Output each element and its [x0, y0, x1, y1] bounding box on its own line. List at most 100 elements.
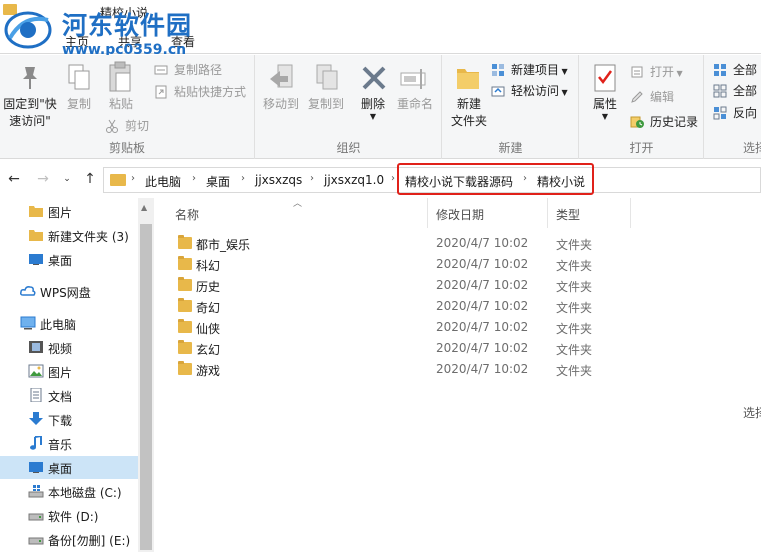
select-none-icon [713, 84, 727, 98]
scroll-up-arrow-icon[interactable]: ▲ [141, 203, 147, 212]
sidebar-item-desktop-selected[interactable]: 桌面 [0, 456, 138, 479]
table-row[interactable]: 历史 2020/4/7 10:02 文件夹 [171, 275, 611, 296]
breadcrumb-source-folder[interactable]: 精校小说下载器源码 [405, 173, 513, 190]
pin-quick-access-button[interactable]: 固定到"快 速访问" [2, 96, 58, 130]
recent-locations-chevron-icon[interactable]: ⌄ [57, 169, 77, 189]
address-bar[interactable]: › 此电脑 › 桌面 › jjxsxzqs › jjxsxzq1.0 › 精校小… [103, 167, 761, 193]
breadcrumb-separator-icon[interactable]: › [241, 173, 245, 184]
invert-selection-button[interactable]: 反向 [713, 105, 757, 121]
row-name: 玄幻 [196, 343, 221, 357]
pin-label-2: 速访问" [9, 114, 51, 128]
quick-access-folder-icon[interactable] [3, 4, 17, 15]
breadcrumb-jjxsxzqs[interactable]: jjxsxzqs [255, 173, 302, 187]
open-group: 属性 ▼ 打开 ▼ 编辑 历史记录 打开 [580, 55, 704, 159]
sidebar-item-pictures-lib[interactable]: 图片 [0, 360, 138, 383]
new-folder-button[interactable]: 新建 文件夹 [447, 96, 491, 130]
address-folder-icon [110, 174, 126, 186]
easy-access-button[interactable]: 轻松访问 ▼ [491, 83, 568, 101]
paste-shortcut-button[interactable]: 粘贴快捷方式 [154, 84, 246, 100]
properties-button[interactable]: 属性 ▼ [586, 96, 624, 121]
breadcrumb-desktop[interactable]: 桌面 [206, 173, 230, 190]
sidebar-item-label: 音乐 [48, 438, 73, 452]
column-divider[interactable] [427, 198, 428, 228]
row-name: 都市_娱乐 [196, 238, 251, 252]
table-row[interactable]: 科幻 2020/4/7 10:02 文件夹 [171, 254, 611, 275]
new-item-dropdown-icon: ▼ [559, 67, 568, 76]
row-name: 仙侠 [196, 322, 221, 336]
breadcrumb-this-pc[interactable]: 此电脑 [145, 173, 181, 190]
back-arrow-icon[interactable]: ← [4, 169, 24, 189]
breadcrumb-separator-icon[interactable]: › [310, 173, 314, 184]
column-header-type[interactable]: 类型 [556, 206, 580, 223]
sidebar-item-documents[interactable]: 文档 [0, 384, 138, 407]
column-divider[interactable] [630, 198, 631, 228]
sidebar-item-this-pc[interactable]: 此电脑 [0, 312, 138, 335]
sidebar-item-downloads[interactable]: 下载 [0, 408, 138, 431]
row-name: 科幻 [196, 259, 221, 273]
paste-button[interactable]: 粘贴 [102, 96, 140, 113]
new-folder-label-2: 文件夹 [450, 114, 487, 128]
sidebar-item-desktop[interactable]: 桌面 [0, 248, 138, 271]
open-button[interactable]: 打开 ▼ [630, 64, 683, 82]
sidebar-item-drive-c[interactable]: 本地磁盘 (C:) [0, 480, 138, 503]
rename-icon [400, 69, 426, 89]
row-modified: 2020/4/7 10:02 [436, 362, 529, 376]
folder-icon [178, 319, 192, 333]
table-row[interactable]: 仙侠 2020/4/7 10:02 文件夹 [171, 317, 611, 338]
sidebar-item-videos[interactable]: 视频 [0, 336, 138, 359]
edit-button[interactable]: 编辑 [630, 89, 674, 105]
delete-button[interactable]: 删除 ▼ [356, 96, 390, 121]
history-button[interactable]: 历史记录 [630, 114, 698, 130]
tab-share[interactable]: 共享 [118, 33, 142, 50]
desktop-icon [29, 254, 43, 265]
up-arrow-icon[interactable]: ↑ [80, 169, 100, 189]
breadcrumb-jjxsxzq[interactable]: jjxsxzq1.0 [324, 173, 384, 187]
sidebar-scrollbar[interactable]: ▲ [138, 198, 154, 552]
sidebar-item-new-folder-3[interactable]: 新建文件夹 (3) [0, 224, 138, 247]
table-row[interactable]: 奇幻 2020/4/7 10:02 文件夹 [171, 296, 611, 317]
sidebar-item-music[interactable]: 音乐 [0, 432, 138, 455]
sidebar-item-drive-d[interactable]: 软件 (D:) [0, 504, 138, 527]
select-all-button[interactable]: 全部 [713, 62, 757, 78]
sidebar-item-drive-e[interactable]: 备份[勿删] (E:) [0, 528, 138, 551]
select-all-label: 全部 [733, 63, 758, 77]
sidebar-item-label: 新建文件夹 (3) [48, 230, 129, 244]
document-icon [30, 388, 42, 402]
sidebar-item-label: 此电脑 [40, 318, 77, 332]
new-folder-icon [457, 69, 479, 89]
tab-home[interactable]: 主页 [65, 33, 89, 50]
new-item-button[interactable]: 新建项目 ▼ [491, 62, 568, 80]
column-divider[interactable] [547, 198, 548, 228]
column-header-modified[interactable]: 修改日期 [436, 206, 484, 223]
tab-view[interactable]: 查看 [171, 33, 195, 50]
sidebar-item-wps-cloud[interactable]: WPS网盘 [0, 280, 138, 303]
sidebar-item-pictures[interactable]: 图片 [0, 200, 138, 223]
select-none-button[interactable]: 全部 [713, 83, 757, 99]
sidebar-scrollbar-thumb[interactable] [140, 224, 152, 550]
breadcrumb-current-folder[interactable]: 精校小说 [537, 173, 585, 190]
table-row[interactable]: 都市_娱乐 2020/4/7 10:02 文件夹 [171, 233, 611, 254]
forward-arrow-icon[interactable]: → [33, 169, 53, 189]
copy-to-button[interactable]: 复制到 [303, 96, 349, 113]
row-modified: 2020/4/7 10:02 [436, 299, 529, 313]
sidebar-item-label: 图片 [48, 206, 73, 220]
copy-path-button[interactable]: 复制路径 [154, 62, 222, 78]
table-row[interactable]: 玄幻 2020/4/7 10:02 文件夹 [171, 338, 611, 359]
table-row[interactable]: 游戏 2020/4/7 10:02 文件夹 [171, 359, 611, 380]
move-to-button[interactable]: 移动到 [258, 96, 304, 113]
new-group: 新建 文件夹 新建项目 ▼ 轻松访问 ▼ 新建 [443, 55, 579, 159]
breadcrumb-separator-icon[interactable]: › [523, 173, 527, 184]
cut-button[interactable]: 剪切 [105, 118, 149, 134]
copy-button[interactable]: 复制 [62, 96, 96, 113]
paste-shortcut-label: 粘贴快捷方式 [174, 85, 247, 99]
sidebar-item-label: 本地磁盘 (C:) [48, 486, 122, 500]
column-header-name[interactable]: 名称 [175, 206, 199, 223]
sidebar-item-label: 软件 (D:) [48, 510, 99, 524]
rename-button[interactable]: 重命名 [392, 96, 438, 113]
breadcrumb-separator-icon[interactable]: › [391, 173, 395, 184]
folder-icon [178, 361, 192, 375]
breadcrumb-separator-icon[interactable]: › [192, 173, 196, 184]
sidebar-item-label: WPS网盘 [40, 286, 91, 300]
row-modified: 2020/4/7 10:02 [436, 341, 529, 355]
breadcrumb-separator-icon[interactable]: › [131, 173, 135, 184]
